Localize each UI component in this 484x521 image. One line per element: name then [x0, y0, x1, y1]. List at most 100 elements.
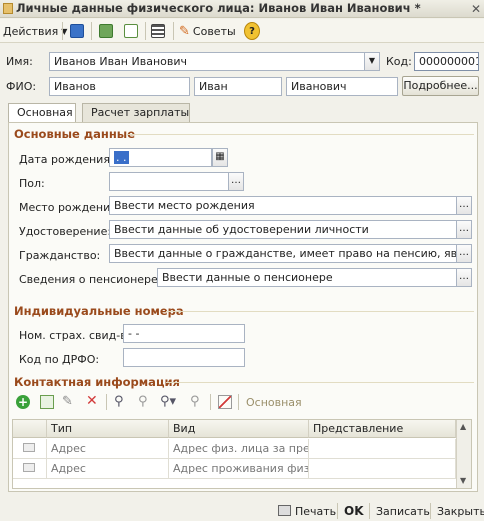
scroll-down-icon[interactable]: ▼: [460, 476, 466, 485]
chevron-down-icon: ▼: [368, 56, 376, 65]
code-label: Код:: [386, 55, 412, 68]
contacts-table: Тип Вид Представление Адрес Адрес физ. л…: [12, 419, 472, 489]
contacts-toolbar: + ✎ ✕ ⚲ ⚲ ⚲▾ ⚲ Основная: [12, 393, 472, 412]
edit-icon[interactable]: ✎: [62, 394, 73, 409]
delete-icon[interactable]: ✕: [86, 393, 98, 409]
address-icon: [23, 443, 35, 452]
printer-icon: [278, 505, 291, 516]
column-header-type[interactable]: Тип: [47, 420, 169, 438]
add-icon[interactable]: +: [16, 395, 30, 409]
table-row[interactable]: Адрес Адрес проживания физ....: [13, 459, 456, 479]
middle-name-input[interactable]: Иванович: [286, 77, 398, 96]
section-individual-title: Индивидуальные номера: [14, 304, 184, 318]
code-input[interactable]: 000000001: [414, 52, 479, 71]
sex-select-button[interactable]: …: [228, 172, 244, 191]
title-bar: Личные данные физического лица: Иванов И…: [0, 0, 484, 18]
drfo-label: Код по ДРФО:: [19, 353, 100, 366]
filter-icon[interactable]: ⚲: [114, 394, 124, 409]
scroll-up-icon[interactable]: ▲: [460, 422, 466, 431]
save-and-close-icon[interactable]: [70, 24, 84, 38]
section-divider: [166, 311, 474, 312]
last-name-input[interactable]: Иванов: [49, 77, 190, 96]
fio-label: ФИО:: [6, 80, 37, 93]
filter-menu-icon[interactable]: ⚲▾: [160, 394, 176, 409]
insurance-input[interactable]: - -: [123, 324, 245, 343]
cell-kind: Адрес проживания физ....: [169, 459, 309, 479]
list-icon[interactable]: [151, 24, 165, 38]
tab-main[interactable]: Основная: [8, 103, 76, 123]
close-icon[interactable]: ✕: [471, 2, 481, 16]
more-button[interactable]: Подробнее...: [402, 76, 479, 96]
save-button[interactable]: Записать: [376, 505, 430, 518]
sex-input[interactable]: [109, 172, 229, 191]
birth-date-input[interactable]: . .: [109, 148, 212, 167]
print-button[interactable]: Печать: [295, 505, 336, 518]
add-copy-icon[interactable]: [40, 395, 54, 409]
section-divider: [126, 134, 474, 135]
cell-representation: [309, 459, 456, 479]
footer-bar: Печать OK Записать Закрыть: [0, 500, 484, 521]
separator: [430, 503, 431, 519]
id-document-select-button[interactable]: …: [456, 220, 472, 239]
separator: [337, 503, 338, 519]
separator: [62, 22, 63, 40]
toolbar: Действия ▼ ✎ Советы ?: [0, 19, 484, 43]
help-label: ?: [249, 25, 255, 37]
close-button[interactable]: Закрыть: [437, 505, 484, 518]
name-dropdown-button[interactable]: ▼: [364, 52, 380, 71]
cell-type: Адрес: [47, 439, 169, 459]
birth-place-label: Место рождения:: [19, 201, 121, 214]
column-header-icon: [13, 420, 47, 438]
calendar-button[interactable]: ▦: [212, 148, 228, 167]
tips-label: Советы: [192, 24, 236, 38]
separator: [173, 22, 174, 40]
help-button[interactable]: ?: [244, 22, 260, 40]
separator: [91, 22, 92, 40]
pension-input[interactable]: Ввести данные о пенсионере: [157, 268, 457, 287]
address-icon: [23, 463, 35, 472]
separator: [145, 22, 146, 40]
separator: [106, 394, 107, 410]
id-document-input[interactable]: Ввести данные об удостоверении личности: [109, 220, 457, 239]
birth-place-input[interactable]: Ввести место рождения: [109, 196, 457, 215]
citizenship-label: Гражданство:: [19, 249, 101, 262]
clear-filter-icon[interactable]: ⚲: [190, 394, 200, 409]
cell-representation: [309, 439, 456, 459]
drfo-input[interactable]: [123, 348, 245, 367]
table-row[interactable]: Адрес Адрес физ. лица за пре...: [13, 439, 456, 459]
set-main-button[interactable]: Основная: [246, 396, 302, 409]
separator: [369, 503, 370, 519]
first-name-input[interactable]: Иван: [194, 77, 282, 96]
window-title: Личные данные физического лица: Иванов И…: [16, 1, 421, 15]
section-divider: [166, 382, 474, 383]
column-header-kind[interactable]: Вид: [169, 420, 309, 438]
section-contacts-title: Контактная информация: [14, 375, 180, 389]
cell-kind: Адрес физ. лица за пре...: [169, 439, 309, 459]
section-basic-title: Основные данные: [14, 127, 136, 141]
birth-place-select-button[interactable]: …: [456, 196, 472, 215]
reread-icon[interactable]: [99, 24, 113, 38]
vertical-scrollbar[interactable]: ▲ ▼: [456, 420, 471, 488]
citizenship-input[interactable]: Ввести данные о гражданстве, имеет право…: [109, 244, 457, 263]
copy-icon[interactable]: [124, 24, 138, 38]
tab-salary[interactable]: Расчет зарплаты: [82, 103, 190, 122]
tips-icon: ✎: [179, 23, 190, 39]
birth-date-value: . .: [114, 151, 129, 164]
column-header-representation[interactable]: Представление: [309, 420, 456, 438]
row-icon-cell: [13, 439, 47, 459]
filter-off-icon[interactable]: ⚲: [138, 394, 148, 409]
ok-button[interactable]: OK: [344, 504, 364, 518]
sex-label: Пол:: [19, 177, 45, 190]
actions-label: Действия: [3, 24, 59, 38]
actions-menu[interactable]: Действия ▼: [3, 22, 67, 40]
set-main-icon[interactable]: [218, 395, 232, 409]
tips-button[interactable]: ✎ Советы: [179, 22, 236, 40]
insurance-label: Ном. страх. свид-ва:: [19, 329, 138, 342]
citizenship-select-button[interactable]: …: [456, 244, 472, 263]
cell-type: Адрес: [47, 459, 169, 479]
window-icon: [3, 3, 13, 14]
birth-date-label: Дата рождения:: [19, 153, 114, 166]
pension-select-button[interactable]: …: [456, 268, 472, 287]
name-input[interactable]: Иванов Иван Иванович: [49, 52, 365, 71]
name-label: Имя:: [6, 55, 33, 68]
